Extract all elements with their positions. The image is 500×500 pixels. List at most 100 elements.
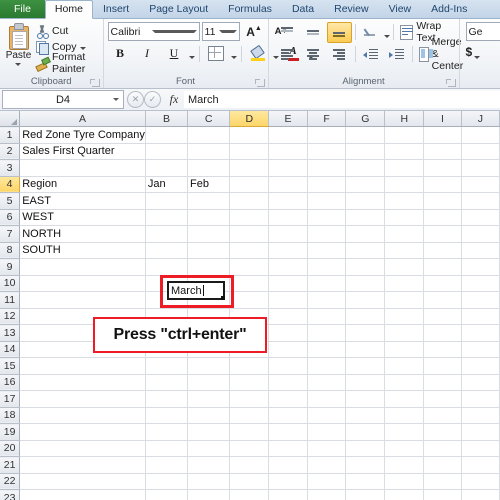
row-header-20[interactable]: 20: [0, 440, 21, 457]
cell-f11[interactable]: [307, 291, 347, 309]
cell-c6[interactable]: [187, 209, 231, 226]
cell-g6[interactable]: [345, 209, 386, 226]
fill-handle[interactable]: [221, 296, 225, 300]
cell-a23[interactable]: [19, 489, 146, 500]
row-header-7[interactable]: 7: [0, 225, 21, 243]
cell-g7[interactable]: [345, 225, 386, 243]
cell-j3[interactable]: [461, 159, 500, 177]
cell-d19[interactable]: [229, 423, 270, 441]
column-header-c[interactable]: C: [187, 111, 231, 127]
tab-insert[interactable]: Insert: [93, 0, 139, 18]
row-header-6[interactable]: 6: [0, 209, 21, 226]
row-header-23[interactable]: 23: [0, 489, 21, 500]
cell-j20[interactable]: [461, 440, 500, 457]
cell-h4[interactable]: [384, 176, 425, 193]
cell-i15[interactable]: [423, 357, 462, 375]
cell-b1[interactable]: [145, 126, 189, 144]
cell-h6[interactable]: [384, 209, 425, 226]
insert-function-icon[interactable]: fx: [164, 92, 184, 107]
cell-f6[interactable]: [307, 209, 347, 226]
row-header-11[interactable]: 11: [0, 291, 21, 309]
column-header-h[interactable]: H: [384, 111, 425, 127]
row-header-19[interactable]: 19: [0, 423, 21, 441]
cell-a17[interactable]: [19, 390, 146, 408]
paste-button[interactable]: Paste: [4, 22, 33, 66]
cell-j15[interactable]: [461, 357, 500, 375]
cell-j7[interactable]: [461, 225, 500, 243]
active-cell-editor[interactable]: March: [167, 281, 225, 300]
cell-c8[interactable]: [187, 242, 231, 259]
cell-g20[interactable]: [345, 440, 386, 457]
cell-g16[interactable]: [345, 374, 386, 391]
cell-h16[interactable]: [384, 374, 425, 391]
cell-i8[interactable]: [423, 242, 462, 259]
cell-e18[interactable]: [268, 407, 308, 424]
cell-e6[interactable]: [268, 209, 308, 226]
underline-button[interactable]: U: [162, 43, 187, 64]
cell-i10[interactable]: [423, 275, 462, 292]
cell-j1[interactable]: [461, 126, 500, 144]
cell-g5[interactable]: [345, 192, 386, 210]
row-header-18[interactable]: 18: [0, 407, 21, 424]
cell-b15[interactable]: [145, 357, 189, 375]
row-header-14[interactable]: 14: [0, 341, 21, 358]
align-left-button[interactable]: [275, 44, 300, 65]
cell-f4[interactable]: [307, 176, 347, 193]
cell-h12[interactable]: [384, 308, 425, 325]
cell-j12[interactable]: [461, 308, 500, 325]
cell-g10[interactable]: [345, 275, 386, 292]
cell-i4[interactable]: [423, 176, 462, 193]
cell-f22[interactable]: [307, 473, 347, 490]
tab-page-layout[interactable]: Page Layout: [139, 0, 218, 18]
cell-i6[interactable]: [423, 209, 462, 226]
cell-e8[interactable]: [268, 242, 308, 259]
cell-f14[interactable]: [307, 341, 347, 358]
column-header-d[interactable]: D: [229, 111, 270, 127]
cell-c3[interactable]: [187, 159, 231, 177]
cell-a18[interactable]: [19, 407, 146, 424]
bold-button[interactable]: B: [108, 43, 133, 64]
cell-g3[interactable]: [345, 159, 386, 177]
cell-i14[interactable]: [423, 341, 462, 358]
decrease-indent-button[interactable]: [358, 44, 383, 65]
cell-f9[interactable]: [307, 258, 347, 276]
cell-b17[interactable]: [145, 390, 189, 408]
cell-d16[interactable]: [229, 374, 270, 391]
chevron-down-icon[interactable]: [79, 46, 86, 50]
cell-f1[interactable]: [307, 126, 347, 144]
cell-a3[interactable]: [19, 159, 146, 177]
cell-b4[interactable]: Jan: [145, 176, 189, 193]
chevron-down-icon[interactable]: [188, 55, 195, 59]
cell-h9[interactable]: [384, 258, 425, 276]
cell-i23[interactable]: [423, 489, 462, 500]
cell-f15[interactable]: [307, 357, 347, 375]
cell-i17[interactable]: [423, 390, 462, 408]
cell-g21[interactable]: [345, 456, 386, 474]
cell-j9[interactable]: [461, 258, 500, 276]
cell-j17[interactable]: [461, 390, 500, 408]
cell-d2[interactable]: [229, 143, 270, 160]
cell-d6[interactable]: [229, 209, 270, 226]
cell-e2[interactable]: [268, 143, 308, 160]
cell-j2[interactable]: [461, 143, 500, 160]
cell-i19[interactable]: [423, 423, 462, 441]
cell-b2[interactable]: [145, 143, 189, 160]
cell-i21[interactable]: [423, 456, 462, 474]
cell-j16[interactable]: [461, 374, 500, 391]
cell-i13[interactable]: [423, 324, 462, 342]
cell-j11[interactable]: [461, 291, 500, 309]
cell-i5[interactable]: [423, 192, 462, 210]
chevron-down-icon[interactable]: [113, 98, 119, 101]
cell-c4[interactable]: Feb: [187, 176, 231, 193]
formula-input[interactable]: March: [184, 91, 500, 108]
cell-f10[interactable]: [307, 275, 347, 292]
cell-i22[interactable]: [423, 473, 462, 490]
enter-entry-button[interactable]: ✓: [144, 91, 161, 108]
cell-h19[interactable]: [384, 423, 425, 441]
cell-h7[interactable]: [384, 225, 425, 243]
cell-e21[interactable]: [268, 456, 308, 474]
currency-format-button[interactable]: $: [466, 45, 473, 59]
font-dialog-launcher-icon[interactable]: [254, 79, 265, 87]
cell-a8[interactable]: SOUTH: [19, 242, 146, 259]
cancel-entry-button[interactable]: ✕: [127, 91, 144, 108]
